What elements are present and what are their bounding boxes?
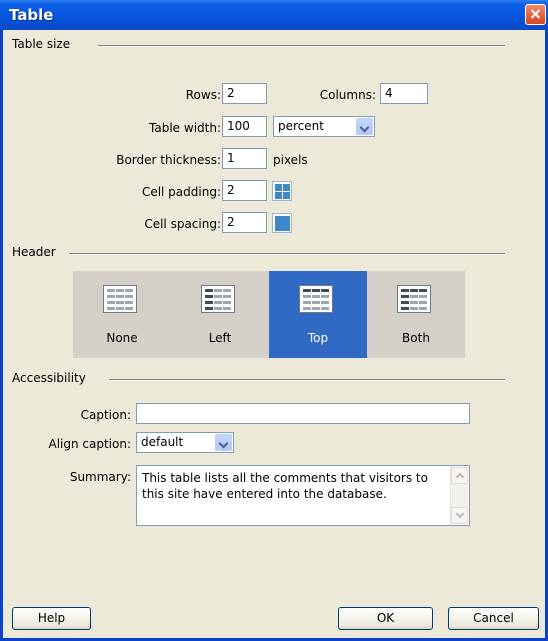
title-bar[interactable]: Table: [0, 0, 548, 30]
header-options: None Left Top Both: [73, 271, 465, 358]
cell-spacing-icon: [272, 213, 292, 233]
scroll-down-icon[interactable]: [451, 507, 468, 524]
table-both-header-icon: [397, 285, 431, 313]
table-top-header-icon: [299, 285, 333, 313]
summary-text: This table lists all the comments that v…: [142, 471, 428, 501]
scroll-up-icon[interactable]: [451, 467, 468, 484]
table-dialog: Table Table size Rows: 2 Columns: 4 Tabl…: [0, 0, 548, 641]
section-header: Header: [12, 245, 56, 259]
dialog-title: Table: [9, 6, 54, 24]
section-accessibility: Accessibility: [12, 371, 86, 385]
cell-padding-input[interactable]: 2: [222, 180, 267, 201]
help-button[interactable]: Help: [12, 607, 91, 630]
columns-input[interactable]: 4: [380, 83, 428, 104]
border-thickness-input[interactable]: 1: [222, 148, 267, 169]
section-divider: [98, 45, 505, 47]
rows-input[interactable]: 2: [222, 83, 267, 104]
header-option-top[interactable]: Top: [269, 271, 367, 358]
header-option-none[interactable]: None: [73, 271, 171, 358]
cell-spacing-label: Cell spacing:: [144, 217, 221, 231]
header-option-both[interactable]: Both: [367, 271, 465, 358]
header-option-label: Both: [402, 331, 430, 345]
table-width-label: Table width:: [149, 121, 221, 135]
align-caption-label: Align caption:: [48, 437, 131, 451]
header-option-label: None: [106, 331, 138, 345]
close-button[interactable]: [525, 4, 546, 25]
columns-label: Columns:: [319, 88, 376, 102]
caption-input[interactable]: [136, 403, 470, 424]
chevron-down-icon[interactable]: [215, 434, 232, 451]
summary-label: Summary:: [69, 470, 131, 484]
header-option-label: Top: [307, 331, 329, 345]
table-left-header-icon: [201, 285, 235, 313]
border-unit-label: pixels: [273, 153, 308, 167]
align-caption-select[interactable]: default: [136, 432, 234, 453]
summary-textarea[interactable]: This table lists all the comments that v…: [136, 465, 470, 526]
summary-scrollbar[interactable]: [450, 467, 468, 524]
rows-label: Rows:: [185, 88, 221, 102]
cell-spacing-input[interactable]: 2: [222, 212, 267, 233]
ok-button[interactable]: OK: [338, 607, 433, 630]
width-unit-select[interactable]: percent: [273, 116, 375, 137]
table-width-input[interactable]: 100: [222, 116, 267, 137]
header-option-left[interactable]: Left: [171, 271, 269, 358]
header-option-label: Left: [208, 331, 232, 345]
border-thickness-label: Border thickness:: [116, 153, 221, 167]
section-divider: [69, 253, 505, 255]
chevron-down-icon[interactable]: [356, 118, 373, 135]
section-table-size: Table size: [12, 37, 71, 51]
align-caption-value: default: [141, 435, 184, 449]
cell-padding-label: Cell padding:: [141, 185, 221, 199]
section-divider: [109, 379, 505, 381]
cell-padding-icon: [272, 181, 292, 201]
caption-label: Caption:: [80, 408, 131, 422]
table-none-icon: [103, 285, 137, 313]
width-unit-value: percent: [278, 119, 324, 133]
cancel-button[interactable]: Cancel: [448, 607, 539, 630]
